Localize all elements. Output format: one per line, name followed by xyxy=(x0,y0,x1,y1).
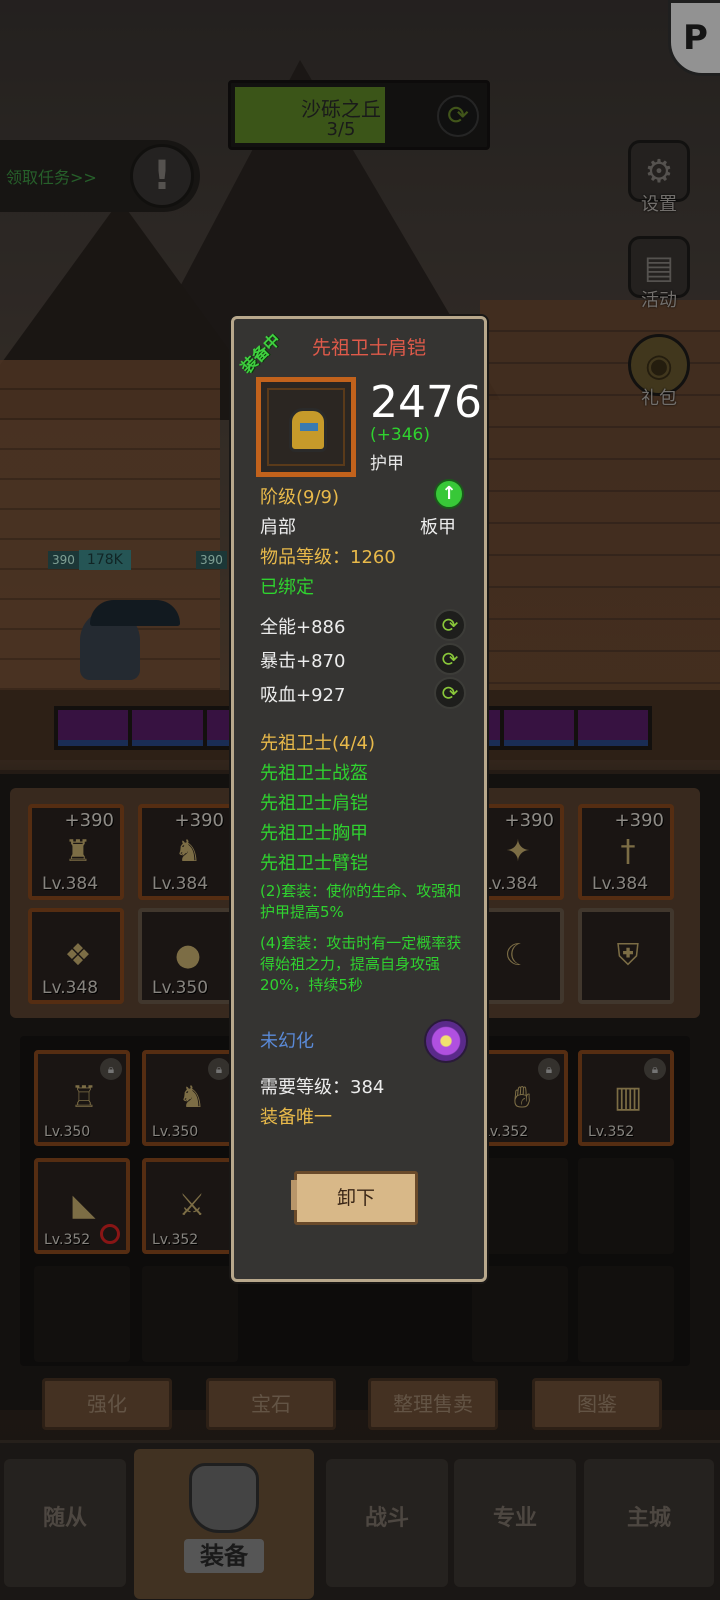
set-piece: 先祖卫士臂铠 xyxy=(260,853,368,874)
shoulder-armor-icon xyxy=(289,408,327,452)
item-icon-inner xyxy=(267,388,345,466)
armor-delta: (+346) xyxy=(370,425,430,445)
reroll-icon[interactable]: ⟳ xyxy=(434,643,466,675)
armor-label: 护甲 xyxy=(370,454,404,474)
bound-text: 已绑定 xyxy=(260,577,314,598)
item-name: 先祖卫士肩铠 xyxy=(311,337,426,359)
stat-line: 吸血+927 xyxy=(260,685,346,706)
armor-value: 2476 xyxy=(370,377,482,428)
required-level-text: 需要等级：384 xyxy=(260,1077,385,1098)
unequip-button[interactable]: 卸下 xyxy=(291,1171,418,1225)
stat-line: 全能+886 xyxy=(260,617,346,638)
item-icon-frame xyxy=(256,377,356,477)
item-tooltip: 装备中 先祖卫士肩铠 2476 (+346) 护甲 阶级(9/9) ↑ 肩部 板… xyxy=(231,316,487,1282)
transmog-text: 未幻化 xyxy=(260,1031,314,1052)
set-piece: 先祖卫士胸甲 xyxy=(260,823,368,844)
reroll-icon[interactable]: ⟳ xyxy=(434,609,466,641)
set-name: 先祖卫士(4/4) xyxy=(260,733,376,754)
slot-text: 肩部 xyxy=(260,517,296,538)
tier-text: 阶级(9/9) xyxy=(260,487,340,508)
set-bonus-2: (2)套装：使你的生命、攻强和护甲提高5% xyxy=(260,882,462,921)
game-screen: 沙砾之丘 3/5 ⟳ 领取任务>> ! P ⚙ 设置 ▤ 活动 ◉ 礼包 390… xyxy=(0,0,720,1600)
visor xyxy=(300,423,318,431)
item-level-text: 物品等级：1260 xyxy=(260,547,396,568)
transmog-orb-icon[interactable] xyxy=(424,1019,468,1063)
unique-text: 装备唯一 xyxy=(260,1107,332,1128)
upgrade-arrow-icon[interactable]: ↑ xyxy=(434,479,464,509)
armor-type-text: 板甲 xyxy=(420,517,456,538)
stat-line: 暴击+870 xyxy=(260,651,346,672)
reroll-icon[interactable]: ⟳ xyxy=(434,677,466,709)
set-piece: 先祖卫士战盔 xyxy=(260,763,368,784)
set-bonus-4: (4)套装：攻击时有一定概率获得始祖之力，提高自身攻强20%，持续5秒 xyxy=(260,934,462,994)
set-piece: 先祖卫士肩铠 xyxy=(260,793,368,814)
